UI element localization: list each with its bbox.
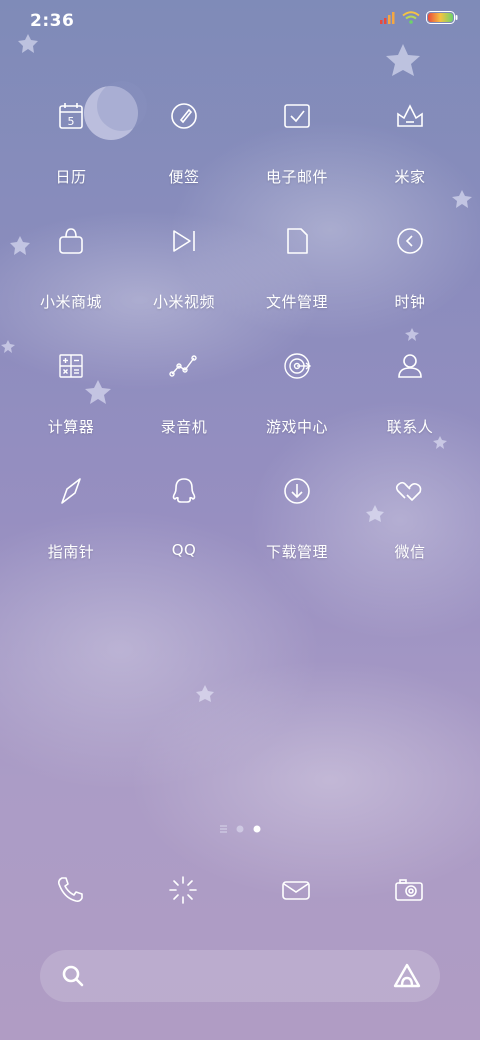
app-notes[interactable]: 便签: [128, 92, 240, 192]
app-clock[interactable]: 时钟: [354, 217, 466, 317]
search-icon: [62, 965, 84, 987]
app-label: 游戏中心: [265, 418, 328, 436]
page-dot[interactable]: [236, 825, 244, 833]
app-mijia[interactable]: 米家: [354, 92, 466, 192]
phone-icon: [58, 877, 83, 902]
app-label: 便签: [168, 168, 200, 186]
game-center-icon: [284, 353, 312, 379]
menu-lines-indicator: [220, 825, 227, 833]
mijia-icon: [397, 104, 423, 127]
messages-icon: [282, 881, 310, 900]
shopping-bag-icon: [59, 228, 83, 254]
svg-text:5: 5: [68, 115, 75, 128]
app-label: 联系人: [386, 418, 434, 436]
qq-icon: [172, 478, 196, 503]
signal-icon: [380, 11, 395, 24]
app-label: 录音机: [160, 418, 208, 436]
app-mi-store[interactable]: 小米商城: [15, 217, 127, 317]
app-label: 计算器: [47, 418, 95, 436]
app-label: QQ: [171, 541, 197, 559]
page-dot-current[interactable]: [253, 825, 261, 833]
app-calendar[interactable]: 5 日历: [15, 92, 127, 192]
app-calculator[interactable]: 计算器: [15, 342, 127, 442]
status-icons: [380, 11, 458, 24]
app-label: 文件管理: [265, 293, 328, 311]
app-label: 小米视频: [152, 293, 215, 311]
app-label: 电子邮件: [265, 168, 328, 186]
dock-phone[interactable]: [40, 868, 100, 912]
video-icon: [173, 230, 195, 252]
app-wechat[interactable]: 微信: [354, 467, 466, 567]
xiao-ai-icon[interactable]: [392, 962, 422, 990]
status-time: 2:36: [30, 11, 75, 31]
app-qq[interactable]: QQ: [128, 467, 240, 567]
app-label: 小米商城: [39, 293, 102, 311]
download-icon: [284, 478, 310, 504]
app-row: 指南针 QQ 下载管理 微信: [0, 467, 480, 577]
dock-camera[interactable]: [379, 868, 439, 912]
app-email[interactable]: 电子邮件: [241, 92, 353, 192]
calendar-icon: 5: [59, 103, 83, 129]
app-compass[interactable]: 指南针: [15, 467, 127, 567]
app-contacts[interactable]: 联系人: [354, 342, 466, 442]
app-label: 微信: [394, 543, 426, 561]
dock-settings[interactable]: [153, 868, 213, 912]
notes-icon: [171, 103, 197, 129]
settings-sparkle-icon: [169, 876, 197, 904]
dock: [0, 868, 480, 912]
app-download-manager[interactable]: 下载管理: [241, 467, 353, 567]
compass-icon: [61, 478, 81, 504]
battery-icon: [426, 11, 458, 24]
app-row: 5 日历 便签 电子邮件 米家: [0, 92, 480, 202]
app-label: 日历: [55, 168, 87, 186]
recorder-icon: [169, 355, 197, 377]
search-bar[interactable]: [40, 950, 440, 1002]
app-mi-video[interactable]: 小米视频: [128, 217, 240, 317]
app-file-manager[interactable]: 文件管理: [241, 217, 353, 317]
wifi-icon: [402, 11, 420, 24]
clock-icon: [397, 228, 423, 254]
app-label: 下载管理: [265, 543, 328, 561]
app-recorder[interactable]: 录音机: [128, 342, 240, 442]
file-icon: [287, 228, 308, 254]
app-row: 小米商城 小米视频 文件管理 时钟: [0, 217, 480, 327]
email-icon: [284, 104, 310, 128]
calculator-icon: [59, 354, 83, 378]
app-game-center[interactable]: 游戏中心: [241, 342, 353, 442]
dock-messages[interactable]: [266, 868, 326, 912]
app-label: 米家: [394, 168, 426, 186]
app-label: 时钟: [394, 293, 426, 311]
contacts-icon: [398, 354, 422, 378]
wechat-icon: [395, 481, 422, 501]
status-bar: 2:36: [0, 0, 480, 40]
camera-icon: [395, 879, 423, 901]
app-label: 指南针: [47, 543, 95, 561]
app-row: 计算器 录音机 游戏中心 联系人: [0, 342, 480, 452]
page-indicator: [220, 825, 261, 833]
